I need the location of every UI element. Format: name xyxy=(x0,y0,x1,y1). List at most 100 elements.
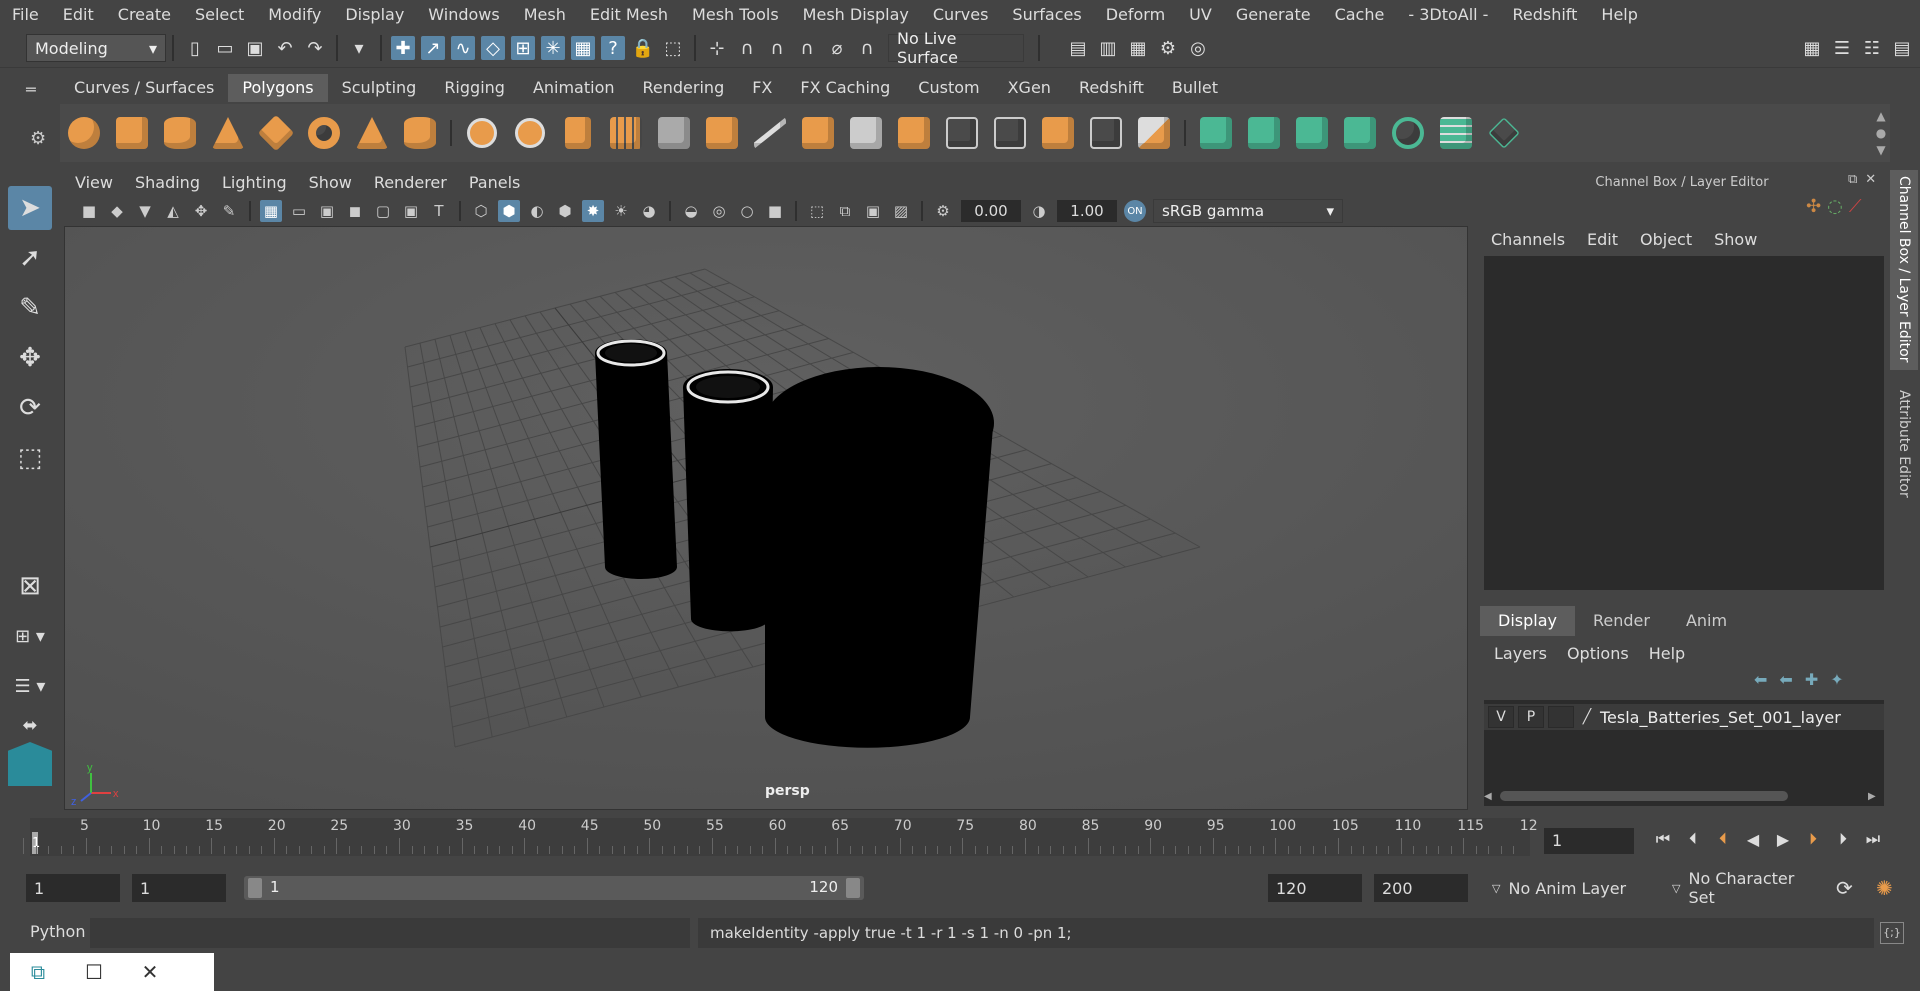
attribute-editor-toggle-icon[interactable]: ☰ xyxy=(1830,36,1854,60)
close-icon[interactable]: ✕ xyxy=(1865,172,1876,187)
command-language-label[interactable]: Python xyxy=(30,922,85,941)
play-backwards-icon[interactable]: ◀ xyxy=(1741,827,1765,851)
gear-icon[interactable]: ⚙ xyxy=(30,128,54,152)
tab-xgen[interactable]: XGen xyxy=(994,74,1065,102)
poly-cube-icon[interactable] xyxy=(113,114,151,152)
xray-active-icon[interactable]: ▣ xyxy=(862,200,884,222)
command-input[interactable] xyxy=(90,918,690,948)
multisample-aa-icon[interactable]: ◎ xyxy=(708,200,730,222)
viewport-menu-view[interactable]: View xyxy=(64,170,124,196)
poly-plane-icon[interactable] xyxy=(257,114,295,152)
animation-start-field[interactable]: 1 xyxy=(26,874,120,902)
animation-preferences-icon[interactable]: ✺ xyxy=(1876,876,1893,900)
range-end-handle[interactable] xyxy=(846,878,860,898)
channel-menu-object[interactable]: Object xyxy=(1629,230,1703,249)
layer-name[interactable]: Tesla_Batteries_Set_001_layer xyxy=(1600,708,1841,727)
unfold-icon[interactable] xyxy=(1485,114,1523,152)
channel-menu-channels[interactable]: Channels xyxy=(1480,230,1576,249)
highlight-selection-icon[interactable]: ⬚ xyxy=(661,36,685,60)
close-icon[interactable]: ✕ xyxy=(122,953,178,991)
tab-anim[interactable]: Anim xyxy=(1668,606,1745,636)
menu-display[interactable]: Display xyxy=(333,0,416,29)
channel-box[interactable] xyxy=(1484,256,1884,590)
motion-blur-icon[interactable]: ◒ xyxy=(680,200,702,222)
move-tool-icon[interactable]: ✥ xyxy=(8,336,52,380)
offset-edge-loop-icon[interactable] xyxy=(991,114,1029,152)
layer-visibility-toggle[interactable]: V xyxy=(1488,706,1514,728)
current-frame-field[interactable]: 1 xyxy=(1544,828,1634,854)
menu-windows[interactable]: Windows xyxy=(416,0,511,29)
duplicate-face-icon[interactable] xyxy=(1087,114,1125,152)
gamma-icon[interactable]: ◑ xyxy=(1028,200,1050,222)
image-plane-icon[interactable]: ◭ xyxy=(162,200,184,222)
snap-point-icon[interactable]: ∩ xyxy=(765,36,789,60)
menu-modify[interactable]: Modify xyxy=(256,0,333,29)
colorspace-dropdown[interactable]: sRGB gamma ▾ xyxy=(1153,199,1343,223)
select-misc-icon[interactable]: ? xyxy=(601,36,625,60)
tab-redshift[interactable]: Redshift xyxy=(1065,74,1158,102)
single-pane-layout-icon[interactable]: ⊠ xyxy=(8,564,52,608)
menu-edit[interactable]: Edit xyxy=(51,0,106,29)
circle-icon[interactable]: ● xyxy=(1876,126,1886,140)
poly-cone-icon[interactable] xyxy=(209,114,247,152)
select-joints-icon[interactable]: ↗ xyxy=(421,36,445,60)
snap-view-plane-icon[interactable]: ∩ xyxy=(795,36,819,60)
automatic-mapping-icon[interactable] xyxy=(1341,114,1379,152)
color-management-toggle-icon[interactable]: ON xyxy=(1124,200,1146,222)
menu-redshift[interactable]: Redshift xyxy=(1500,0,1589,29)
chevron-left-icon[interactable]: ◀ xyxy=(1484,791,1500,802)
render-view-icon[interactable]: ▤ xyxy=(1066,36,1090,60)
paint-select-tool-icon[interactable]: ✎ xyxy=(8,286,52,330)
rotate-tool-icon[interactable]: ⟳ xyxy=(8,386,52,430)
character-set-dropdown[interactable]: ▽ No Character Set xyxy=(1664,869,1824,907)
viewport-menu-lighting[interactable]: Lighting xyxy=(211,170,298,196)
tab-bullet[interactable]: Bullet xyxy=(1158,74,1232,102)
combine-icon[interactable] xyxy=(463,114,501,152)
xray-icon[interactable]: ⬚ xyxy=(806,200,828,222)
tab-custom[interactable]: Custom xyxy=(904,74,993,102)
layout-options-icon[interactable]: ⬌ xyxy=(8,714,52,736)
viewport-menu-panels[interactable]: Panels xyxy=(458,170,532,196)
new-layer-icon[interactable]: ✚ xyxy=(1805,670,1818,689)
menu-uv[interactable]: UV xyxy=(1177,0,1224,29)
scene-canvas[interactable]: x y z xyxy=(65,227,1468,810)
side-tab-attribute-editor[interactable]: Attribute Editor xyxy=(1890,384,1918,504)
menu-generate[interactable]: Generate xyxy=(1224,0,1323,29)
camera-attributes-icon[interactable]: ◆ xyxy=(106,200,128,222)
lasso-tool-icon[interactable]: ➚ xyxy=(8,236,52,280)
tab-display[interactable]: Display xyxy=(1480,606,1575,636)
tool-settings-icon[interactable]: ☷ xyxy=(1860,36,1884,60)
channel-menu-edit[interactable]: Edit xyxy=(1576,230,1629,249)
grid-icon[interactable]: ▦ xyxy=(260,200,282,222)
tab-render[interactable]: Render xyxy=(1575,606,1668,636)
smooth-shade-icon[interactable]: ⬢ xyxy=(498,200,520,222)
poly-pyramid-icon[interactable] xyxy=(353,114,391,152)
tab-rigging[interactable]: Rigging xyxy=(430,74,519,102)
layer-menu-layers[interactable]: Layers xyxy=(1484,644,1557,663)
camera-icon[interactable]: ■ xyxy=(78,200,100,222)
field-chart-icon[interactable]: ▢ xyxy=(372,200,394,222)
hyperbolic-icon[interactable]: ⟋ xyxy=(1849,196,1862,217)
render-settings-icon[interactable]: ⚙ xyxy=(1156,36,1180,60)
modeling-toolkit-icon[interactable]: ▦ xyxy=(1800,36,1824,60)
layer-row[interactable]: V P ╱ Tesla_Batteries_Set_001_layer xyxy=(1484,704,1884,730)
layer-menu-help[interactable]: Help xyxy=(1639,644,1695,663)
viewport-persp[interactable]: x y z persp xyxy=(64,226,1468,810)
manipulator-icon[interactable]: ✣ xyxy=(1806,196,1821,217)
cut-uv-icon[interactable] xyxy=(1389,114,1427,152)
booleans-icon[interactable] xyxy=(1135,114,1173,152)
snap-grid-icon[interactable]: ⊹ xyxy=(705,36,729,60)
gamma-field[interactable]: 1.00 xyxy=(1057,200,1117,222)
animation-end-field[interactable]: 200 xyxy=(1374,874,1468,902)
bevel-icon[interactable] xyxy=(703,114,741,152)
exposure-field[interactable]: 0.00 xyxy=(961,200,1021,222)
chevron-down-icon[interactable]: ▼ xyxy=(1876,143,1885,157)
depth-of-field-icon[interactable]: ○ xyxy=(736,200,758,222)
step-back-frame-icon[interactable]: ⏴ xyxy=(1681,827,1705,851)
select-curves-icon[interactable]: ∿ xyxy=(451,36,475,60)
poly-cylinder-icon[interactable] xyxy=(161,114,199,152)
menu-mesh-display[interactable]: Mesh Display xyxy=(791,0,921,29)
poly-sphere-icon[interactable] xyxy=(65,114,103,152)
save-scene-icon[interactable]: ▣ xyxy=(243,36,267,60)
layer-color-icon[interactable]: ╱ xyxy=(1578,706,1596,728)
